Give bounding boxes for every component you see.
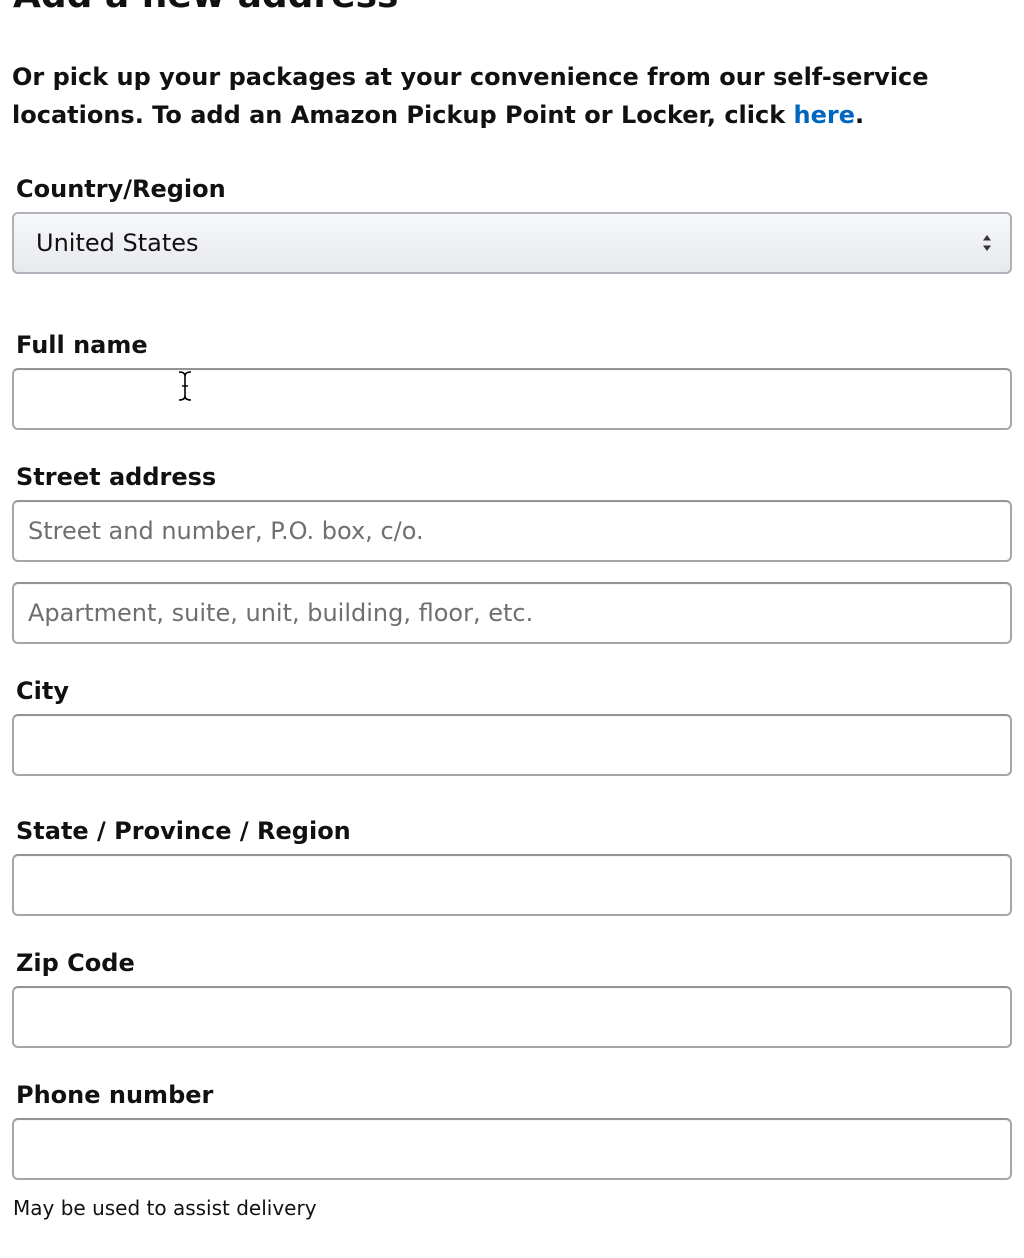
city-input[interactable] [12,714,1012,776]
state-input[interactable] [12,854,1012,916]
intro-text-before-link: Or pick up your packages at your conveni… [12,63,929,129]
city-label: City [16,677,69,705]
country-selected-value: United States [36,229,199,257]
intro-text-after-link: . [855,101,865,129]
add-address-page: Add a new address Or pick up your packag… [0,0,1024,1258]
zip-code-label: Zip Code [16,949,135,977]
phone-hint-text: May be used to assist delivery [13,1196,317,1220]
full-name-label: Full name [16,331,148,359]
full-name-input[interactable] [12,368,1012,430]
street-line1-input[interactable]: Street and number, P.O. box, c/o. [12,500,1012,562]
up-down-arrows-icon [980,232,994,254]
pickup-locker-link[interactable]: here [794,101,855,129]
street-line2-input[interactable]: Apartment, suite, unit, building, floor,… [12,582,1012,644]
pickup-intro-text: Or pick up your packages at your conveni… [12,58,1012,134]
phone-number-input[interactable] [12,1118,1012,1180]
street-line1-placeholder: Street and number, P.O. box, c/o. [28,517,424,545]
page-title: Add a new address [13,0,398,18]
street-line2-placeholder: Apartment, suite, unit, building, floor,… [28,599,534,627]
phone-number-label: Phone number [16,1081,214,1109]
country-select[interactable]: United States [12,212,1012,274]
street-address-label: Street address [16,463,217,491]
text-cursor-icon [176,368,194,404]
country-label: Country/Region [16,175,226,203]
state-label: State / Province / Region [16,817,351,845]
zip-code-input[interactable] [12,986,1012,1048]
